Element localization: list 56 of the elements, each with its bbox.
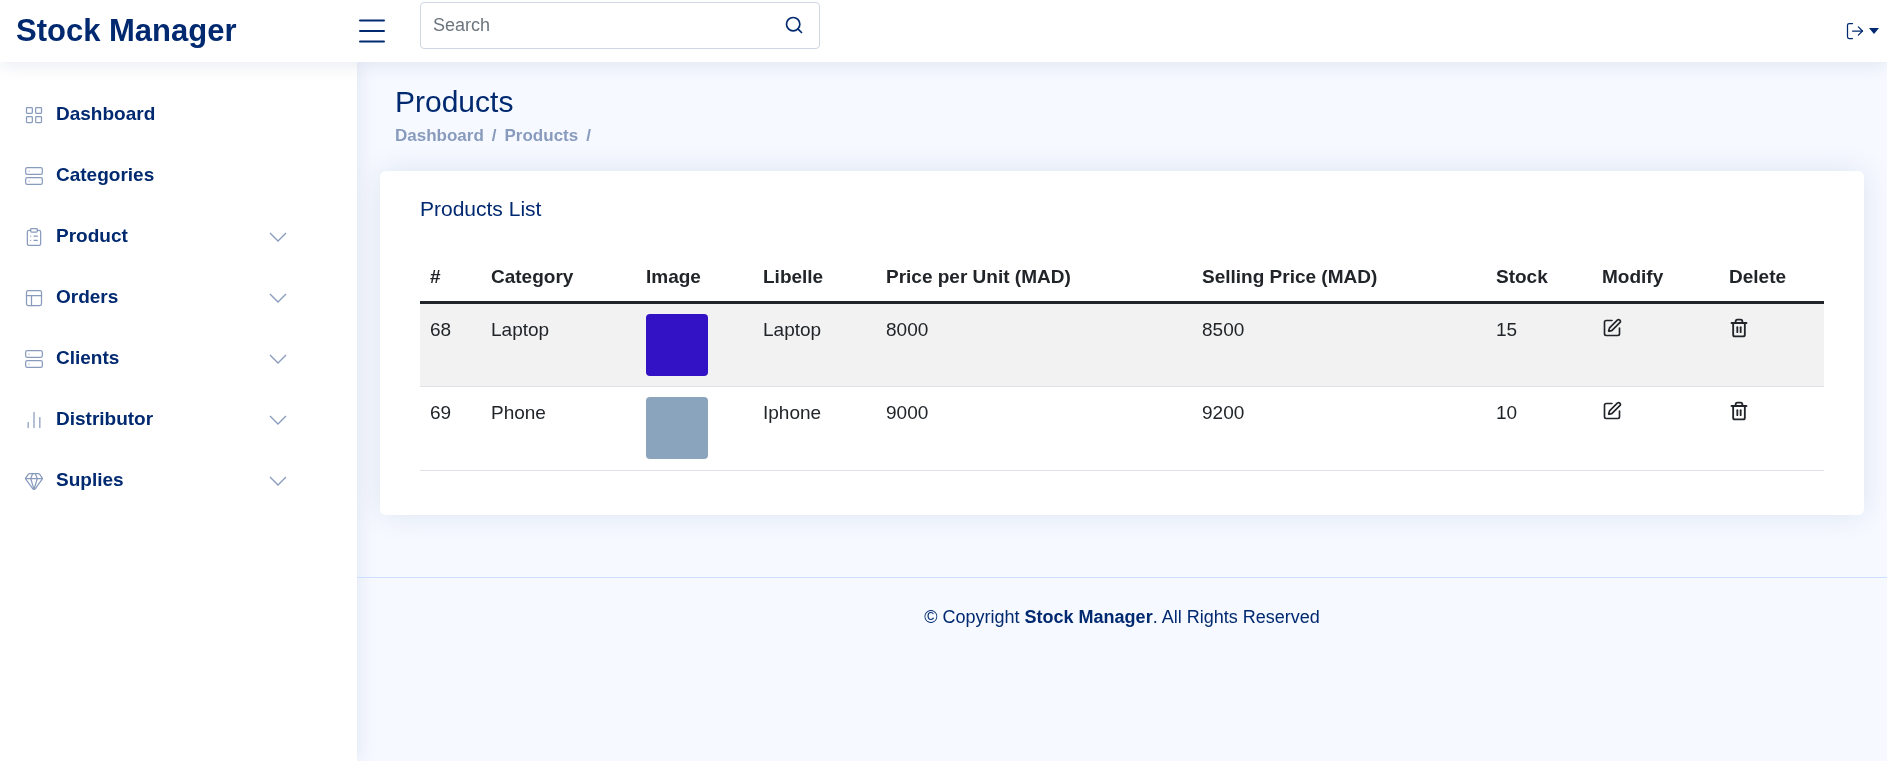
- table-cell: 8500: [1192, 302, 1486, 387]
- table-cell: Laptop: [753, 302, 876, 387]
- photo-placeholder: [646, 397, 708, 459]
- chevron-down-icon: [269, 414, 287, 425]
- column-header: Selling Price (MAD): [1192, 252, 1486, 303]
- chevron-down-icon: [269, 231, 287, 242]
- breadcrumb-separator: /: [586, 124, 591, 147]
- table-cell: 8000: [876, 302, 1192, 387]
- table-cell: Iphone: [753, 386, 876, 471]
- logout-button[interactable]: [1845, 21, 1879, 41]
- table-cell: 69: [420, 386, 481, 471]
- photo-placeholder: [646, 314, 708, 376]
- column-header: Price per Unit (MAD): [876, 252, 1192, 303]
- caret-icon: [1869, 28, 1879, 34]
- sidebar-item[interactable]: Distributor: [0, 389, 357, 450]
- sidebar-item[interactable]: Clients: [0, 328, 357, 389]
- nav-icon: [24, 104, 44, 125]
- edit-icon[interactable]: [1602, 401, 1622, 421]
- logout-icon: [1845, 21, 1865, 41]
- brand-logo[interactable]: Stock Manager: [0, 7, 357, 55]
- column-header: Modify: [1592, 252, 1719, 303]
- sidebar-item[interactable]: Product: [0, 206, 357, 267]
- nav-icon: [24, 348, 44, 369]
- page-title: Products: [395, 84, 515, 120]
- column-header: Stock: [1486, 252, 1592, 303]
- breadcrumb-separator: /: [491, 124, 497, 147]
- nav-icon: [24, 226, 44, 247]
- column-header: #: [420, 252, 481, 303]
- search-icon[interactable]: [784, 15, 804, 35]
- trash-icon[interactable]: [1729, 318, 1749, 338]
- search-field[interactable]: Search: [420, 2, 820, 49]
- trash-icon[interactable]: [1729, 401, 1749, 421]
- sidebar-item[interactable]: Categories: [0, 145, 357, 206]
- table-cell: 9000: [876, 386, 1192, 471]
- card-title: Products List: [420, 196, 543, 222]
- sidebar-item[interactable]: Suplies: [0, 450, 357, 511]
- column-header: Libelle: [753, 252, 876, 303]
- chevron-down-icon: [269, 292, 287, 303]
- nav-icon: [24, 470, 44, 491]
- column-header: Category: [481, 252, 636, 303]
- chevron-down-icon: [269, 475, 287, 486]
- sidebar-item[interactable]: Orders: [0, 267, 357, 328]
- sidebar-item[interactable]: Dashboard: [0, 84, 357, 145]
- table-cell: Phone: [481, 386, 636, 471]
- nav-icon: [24, 287, 44, 308]
- table-cell: 9200: [1192, 386, 1486, 471]
- table-cell: 10: [1486, 386, 1592, 471]
- table-cell: 15: [1486, 302, 1592, 387]
- edit-icon[interactable]: [1602, 318, 1622, 338]
- nav-icon: [24, 165, 44, 186]
- chevron-down-icon: [269, 353, 287, 364]
- table-cell: Laptop: [481, 302, 636, 387]
- column-header: Delete: [1719, 252, 1824, 303]
- column-header: Image: [636, 252, 753, 303]
- copyright-text: © Copyright Stock Manager. All Rights Reserved: [924, 606, 1320, 629]
- table-cell: 68: [420, 302, 481, 387]
